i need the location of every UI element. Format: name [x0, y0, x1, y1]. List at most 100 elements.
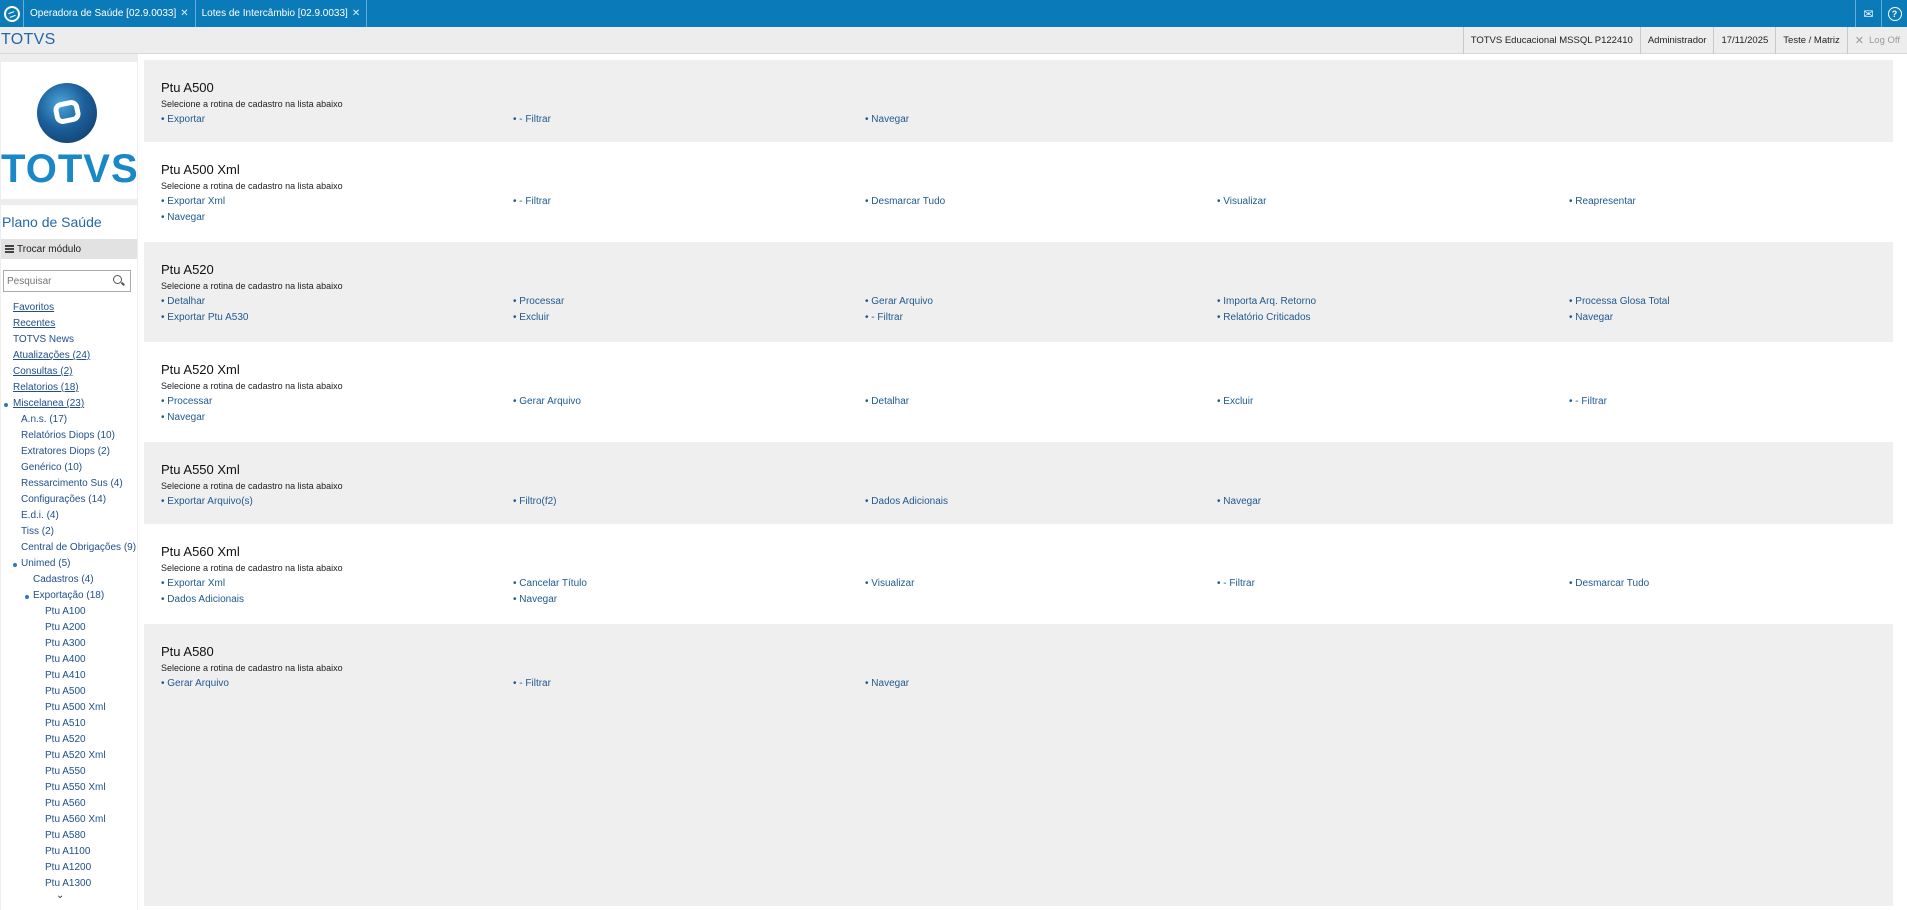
routine-link[interactable]: • Navegar [1569, 312, 1907, 328]
routine-link[interactable]: • Gerar Arquivo [161, 678, 513, 694]
routine-link[interactable]: • Excluir [1217, 396, 1569, 412]
routine-link-label: Excluir [1223, 396, 1254, 407]
sidebar-item[interactable]: Miscelanea (23) [1, 396, 137, 412]
routine-link[interactable]: • Dados Adicionais [865, 496, 1217, 512]
routine-link[interactable]: • Navegar [865, 114, 1217, 130]
close-icon[interactable]: ✕ [352, 8, 360, 19]
routine-link[interactable]: • Desmarcar Tudo [865, 196, 1217, 212]
search-input[interactable] [4, 272, 112, 290]
routine-link[interactable]: • Navegar [161, 412, 513, 428]
routine-link[interactable]: • - Filtrar [513, 678, 865, 694]
help-icon[interactable]: ? [1881, 0, 1907, 27]
routine-link[interactable]: • Filtro(f2) [513, 496, 865, 512]
routine-link[interactable]: • Exportar [161, 114, 513, 130]
tab-lotes-de-intercambio[interactable]: Lotes de Intercâmbio [02.9.0033] ✕ [196, 0, 368, 27]
sidebar-item[interactable]: Ptu A550 [1, 764, 137, 780]
mail-icon[interactable]: ✉ [1855, 0, 1881, 27]
routine-link[interactable]: • Processar [513, 296, 865, 312]
routine-link[interactable]: • Navegar [865, 678, 1217, 694]
routine-link[interactable]: • Importa Arq. Retorno [1217, 296, 1569, 312]
sidebar-item-label: Ressarcimento Sus (4) [21, 478, 123, 489]
routine-link[interactable]: • - Filtrar [1217, 578, 1569, 594]
expanded-bullet-icon [25, 595, 29, 599]
routine-link[interactable]: • Gerar Arquivo [513, 396, 865, 412]
sidebar-item[interactable]: Ptu A560 Xml [1, 812, 137, 828]
environment-info[interactable]: TOTVS Educacional MSSQL P122410 [1462, 26, 1640, 54]
sidebar-item[interactable]: Ptu A550 Xml [1, 780, 137, 796]
routine-link[interactable]: • - Filtrar [513, 114, 865, 130]
company-info[interactable]: Teste / Matriz [1775, 26, 1847, 54]
sidebar-item[interactable]: Ptu A520 [1, 732, 137, 748]
routine-link[interactable]: • Navegar [513, 594, 865, 610]
sidebar-item[interactable]: Ptu A1200 [1, 860, 137, 876]
routine-link[interactable]: • Detalhar [865, 396, 1217, 412]
routine-link[interactable]: • - Filtrar [513, 196, 865, 212]
sidebar-item[interactable]: Ptu A410 [1, 668, 137, 684]
sidebar-item[interactable]: Consultas (2) [1, 364, 137, 380]
sidebar-item[interactable]: Exportação (18) [1, 588, 137, 604]
routine-link[interactable]: • Relatório Criticados [1217, 312, 1569, 328]
routine-link[interactable]: • Exportar Xml [161, 196, 513, 212]
routine-link[interactable]: • - Filtrar [1569, 396, 1907, 412]
sidebar-item[interactable]: Ptu A300 [1, 636, 137, 652]
date-info[interactable]: 17/11/2025 [1713, 26, 1775, 54]
routine-link[interactable]: • Exportar Ptu A530 [161, 312, 513, 328]
sidebar-item[interactable]: Ptu A580 [1, 828, 137, 844]
sidebar-item[interactable]: Ptu A1300 [1, 876, 137, 892]
sidebar-item[interactable]: Extratores Diops (2) [1, 444, 137, 460]
sidebar-item[interactable]: TOTVS News [1, 332, 137, 348]
sidebar-item[interactable]: E.d.i. (4) [1, 508, 137, 524]
sidebar-item[interactable]: Cadastros (4) [1, 572, 137, 588]
sidebar-item[interactable]: Relatorios (18) [1, 380, 137, 396]
routine-link[interactable]: • Visualizar [1217, 196, 1569, 212]
sidebar-item[interactable]: Ptu A560 [1, 796, 137, 812]
routine-link[interactable]: • Desmarcar Tudo [1569, 578, 1907, 594]
sidebar-item[interactable]: Unimed (5) [1, 556, 137, 572]
sidebar-item[interactable]: Ptu A400 [1, 652, 137, 668]
sidebar-item[interactable]: Atualizações (24) [1, 348, 137, 364]
sidebar-item[interactable]: Ptu A500 [1, 684, 137, 700]
sidebar-item[interactable]: Relatórios Diops (10) [1, 428, 137, 444]
sidebar-item[interactable]: Ptu A200 [1, 620, 137, 636]
sidebar-item[interactable]: Tiss (2) [1, 524, 137, 540]
routine-link[interactable]: • Processa Glosa Total [1569, 296, 1907, 312]
routine-link[interactable]: • - Filtrar [865, 312, 1217, 328]
routine-link[interactable]: • Dados Adicionais [161, 594, 513, 610]
close-icon[interactable]: ✕ [180, 8, 188, 19]
tab-operadora-de-saude[interactable]: Operadora de Saúde [02.9.0033] ✕ [24, 0, 196, 27]
switch-module-label: Trocar módulo [17, 243, 82, 255]
sidebar-item[interactable]: Genérico (10) [1, 460, 137, 476]
logoff-button[interactable]: ✕ Log Off [1846, 26, 1907, 54]
routine-link[interactable]: • Reapresentar [1569, 196, 1907, 212]
sidebar-item[interactable]: Ptu A510 [1, 716, 137, 732]
sidebar-item[interactable]: A.n.s. (17) [1, 412, 137, 428]
switch-module-button[interactable]: Trocar módulo [1, 239, 137, 259]
routine-link[interactable]: • Processar [161, 396, 513, 412]
routine-link[interactable]: • Exportar Arquivo(s) [161, 496, 513, 512]
sidebar-item[interactable]: Ptu A100 [1, 604, 137, 620]
group-subtitle: Selecione a rotina de cadastro na lista … [161, 563, 343, 573]
sidebar-item[interactable]: Ptu A500 Xml [1, 700, 137, 716]
routine-link[interactable]: • Visualizar [865, 578, 1217, 594]
routine-link-label: Relatório Criticados [1223, 312, 1311, 323]
sidebar-item[interactable]: Central de Obrigações (9) [1, 540, 137, 556]
chevron-down-icon[interactable]: ⌄ [56, 890, 64, 901]
routine-link[interactable]: • Detalhar [161, 296, 513, 312]
routine-link[interactable]: • Cancelar Título [513, 578, 865, 594]
search-icon[interactable] [112, 274, 126, 288]
app-menu-icon[interactable] [0, 0, 24, 27]
sidebar-item[interactable]: Configurações (14) [1, 492, 137, 508]
sidebar-item[interactable]: Ressarcimento Sus (4) [1, 476, 137, 492]
sidebar-item[interactable]: Ptu A520 Xml [1, 748, 137, 764]
routine-link[interactable]: • Exportar Xml [161, 578, 513, 594]
sidebar-item[interactable]: Favoritos [1, 300, 137, 316]
routine-link-label: Dados Adicionais [167, 594, 244, 605]
sidebar-item[interactable]: Ptu A1100 [1, 844, 137, 860]
routine-link[interactable]: • Navegar [1217, 496, 1569, 512]
routine-link[interactable]: • Navegar [161, 212, 513, 228]
routine-link[interactable]: • Gerar Arquivo [865, 296, 1217, 312]
user-info[interactable]: Administrador [1639, 26, 1714, 54]
routine-link-label: Importa Arq. Retorno [1223, 296, 1317, 307]
routine-link[interactable]: • Excluir [513, 312, 865, 328]
sidebar-item[interactable]: Recentes [1, 316, 137, 332]
